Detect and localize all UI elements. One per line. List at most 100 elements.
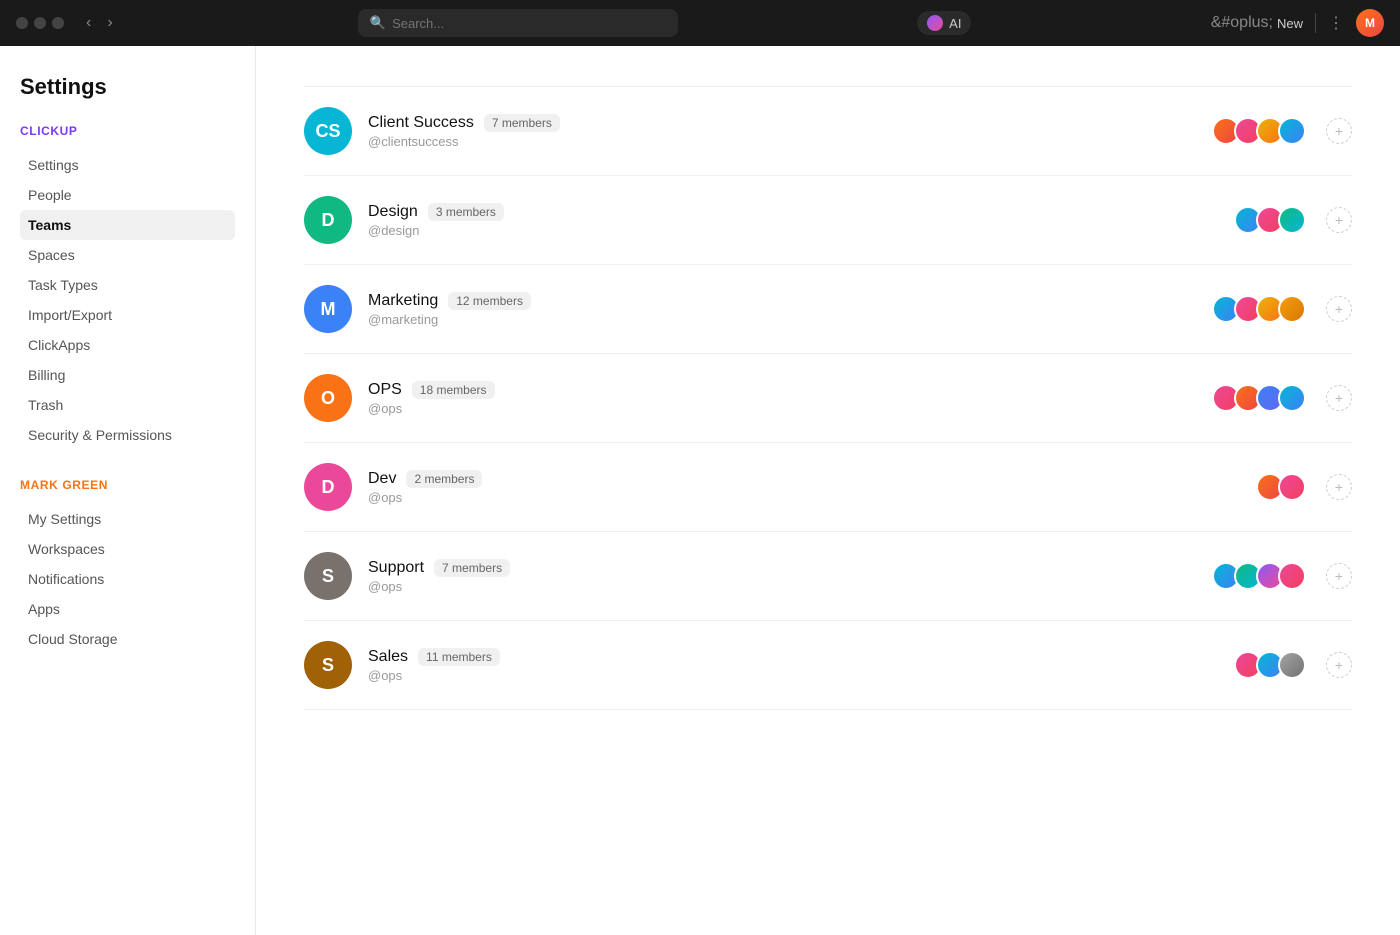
sidebar-item-clickapps[interactable]: ClickApps bbox=[20, 330, 235, 360]
team-row-ops: O OPS 18 members @ops + bbox=[304, 354, 1352, 443]
team-info-client-success: Client Success 7 members @clientsuccess bbox=[368, 114, 1196, 149]
sidebar-item-workspaces[interactable]: Workspaces bbox=[20, 534, 235, 564]
nav-forward-button[interactable]: › bbox=[101, 13, 118, 33]
member-avatar-2 bbox=[1278, 206, 1306, 234]
sidebar-item-teams[interactable]: Teams bbox=[20, 210, 235, 240]
mark-nav: My SettingsWorkspacesNotificationsAppsCl… bbox=[20, 504, 235, 654]
sidebar-item-cloud-storage[interactable]: Cloud Storage bbox=[20, 624, 235, 654]
add-member-button[interactable]: + bbox=[1326, 563, 1352, 589]
sidebar-item-task-types[interactable]: Task Types bbox=[20, 270, 235, 300]
team-member-avatars bbox=[1212, 384, 1306, 412]
sidebar-item-import-export[interactable]: Import/Export bbox=[20, 300, 235, 330]
sidebar-item-settings[interactable]: Settings bbox=[20, 150, 235, 180]
add-member-button[interactable]: + bbox=[1326, 207, 1352, 233]
nav-back-button[interactable]: ‹ bbox=[80, 13, 97, 33]
team-row-marketing: M Marketing 12 members @marketing + bbox=[304, 265, 1352, 354]
grid-icon[interactable]: ⋮ bbox=[1328, 13, 1344, 33]
sidebar: Settings CLICKUP SettingsPeopleTeamsSpac… bbox=[0, 46, 256, 935]
team-info-design: Design 3 members @design bbox=[368, 203, 1218, 238]
team-member-avatars bbox=[1212, 562, 1306, 590]
clickup-nav: SettingsPeopleTeamsSpacesTask TypesImpor… bbox=[20, 150, 235, 450]
team-row-client-success: CSClient Success7 members@clientsuccess+ bbox=[304, 86, 1352, 176]
sidebar-item-security[interactable]: Security & Permissions bbox=[20, 420, 235, 450]
member-avatar-3 bbox=[1278, 295, 1306, 323]
team-member-avatars bbox=[1256, 473, 1306, 501]
ai-button[interactable]: AI bbox=[917, 11, 971, 35]
team-member-badge: 3 members bbox=[428, 203, 504, 221]
team-member-badge: 12 members bbox=[448, 292, 531, 310]
team-avatar-marketing: M bbox=[304, 285, 352, 333]
add-member-button[interactable]: + bbox=[1326, 474, 1352, 500]
team-name-row: Design 3 members bbox=[368, 203, 1218, 221]
dot-yellow bbox=[34, 17, 46, 29]
team-info-marketing: Marketing 12 members @marketing bbox=[368, 292, 1196, 327]
sidebar-item-spaces[interactable]: Spaces bbox=[20, 240, 235, 270]
team-member-avatars bbox=[1212, 295, 1306, 323]
sidebar-title: Settings bbox=[20, 74, 235, 100]
main-layout: Settings CLICKUP SettingsPeopleTeamsSpac… bbox=[0, 46, 1400, 935]
team-name-row: Sales 11 members bbox=[368, 648, 1218, 666]
team-row-sales: S Sales 11 members @ops + bbox=[304, 621, 1352, 710]
sidebar-item-my-settings[interactable]: My Settings bbox=[20, 504, 235, 534]
team-info-support: Support7 members@ops bbox=[368, 559, 1196, 594]
team-row-support: SSupport7 members@ops+ bbox=[304, 532, 1352, 621]
team-name[interactable]: OPS bbox=[368, 381, 402, 399]
window-controls bbox=[16, 17, 64, 29]
team-avatar-design: D bbox=[304, 196, 352, 244]
dot-green bbox=[52, 17, 64, 29]
sidebar-item-people[interactable]: People bbox=[20, 180, 235, 210]
team-row-dev: D Dev 2 members @ops + bbox=[304, 443, 1352, 532]
team-handle: @ops bbox=[368, 668, 1218, 683]
team-name[interactable]: Dev bbox=[368, 470, 396, 488]
sidebar-item-billing[interactable]: Billing bbox=[20, 360, 235, 390]
member-avatar-1 bbox=[1278, 473, 1306, 501]
topbar: ‹ › 🔍 AI &#oplus; New ⋮ M bbox=[0, 0, 1400, 46]
member-avatar-2 bbox=[1278, 651, 1306, 679]
team-member-avatars bbox=[1212, 117, 1306, 145]
team-member-avatars bbox=[1234, 206, 1306, 234]
add-member-button[interactable]: + bbox=[1326, 385, 1352, 411]
user-avatar[interactable]: M bbox=[1356, 9, 1384, 37]
sidebar-item-apps[interactable]: Apps bbox=[20, 594, 235, 624]
team-name[interactable]: Support bbox=[368, 559, 424, 577]
team-info-ops: OPS 18 members @ops bbox=[368, 381, 1196, 416]
add-member-button[interactable]: + bbox=[1326, 296, 1352, 322]
team-member-avatars bbox=[1234, 651, 1306, 679]
team-name[interactable]: Design bbox=[368, 203, 418, 221]
team-name[interactable]: Client Success bbox=[368, 114, 474, 132]
sidebar-item-notifications[interactable]: Notifications bbox=[20, 564, 235, 594]
new-button[interactable]: &#oplus; New bbox=[1211, 14, 1303, 32]
team-avatar-dev: D bbox=[304, 463, 352, 511]
team-handle: @clientsuccess bbox=[368, 134, 1196, 149]
team-handle: @marketing bbox=[368, 312, 1196, 327]
team-handle: @ops bbox=[368, 401, 1196, 416]
team-info-dev: Dev 2 members @ops bbox=[368, 470, 1240, 505]
team-name[interactable]: Sales bbox=[368, 648, 408, 666]
team-avatar-ops: O bbox=[304, 374, 352, 422]
team-name-row: Dev 2 members bbox=[368, 470, 1240, 488]
search-input[interactable] bbox=[392, 16, 666, 31]
search-bar[interactable]: 🔍 bbox=[358, 9, 678, 37]
sidebar-item-trash[interactable]: Trash bbox=[20, 390, 235, 420]
add-member-button[interactable]: + bbox=[1326, 652, 1352, 678]
team-member-badge: 7 members bbox=[484, 114, 560, 132]
team-member-badge: 2 members bbox=[406, 470, 482, 488]
member-avatar-3 bbox=[1278, 384, 1306, 412]
divider bbox=[1315, 13, 1316, 33]
ai-label: AI bbox=[949, 16, 961, 31]
team-member-badge: 11 members bbox=[418, 648, 500, 666]
nav-arrows: ‹ › bbox=[80, 13, 119, 33]
team-name-row: OPS 18 members bbox=[368, 381, 1196, 399]
team-member-badge: 18 members bbox=[412, 381, 495, 399]
team-handle: @design bbox=[368, 223, 1218, 238]
teams-list: CSClient Success7 members@clientsuccess+… bbox=[304, 86, 1352, 710]
topbar-right: &#oplus; New ⋮ M bbox=[1211, 9, 1384, 37]
team-handle: @ops bbox=[368, 490, 1240, 505]
member-avatar-3 bbox=[1278, 117, 1306, 145]
team-avatar-sales: S bbox=[304, 641, 352, 689]
team-name-row: Client Success 7 members bbox=[368, 114, 1196, 132]
team-name[interactable]: Marketing bbox=[368, 292, 438, 310]
ai-icon bbox=[927, 15, 943, 31]
new-label: New bbox=[1277, 16, 1303, 31]
add-member-button[interactable]: + bbox=[1326, 118, 1352, 144]
